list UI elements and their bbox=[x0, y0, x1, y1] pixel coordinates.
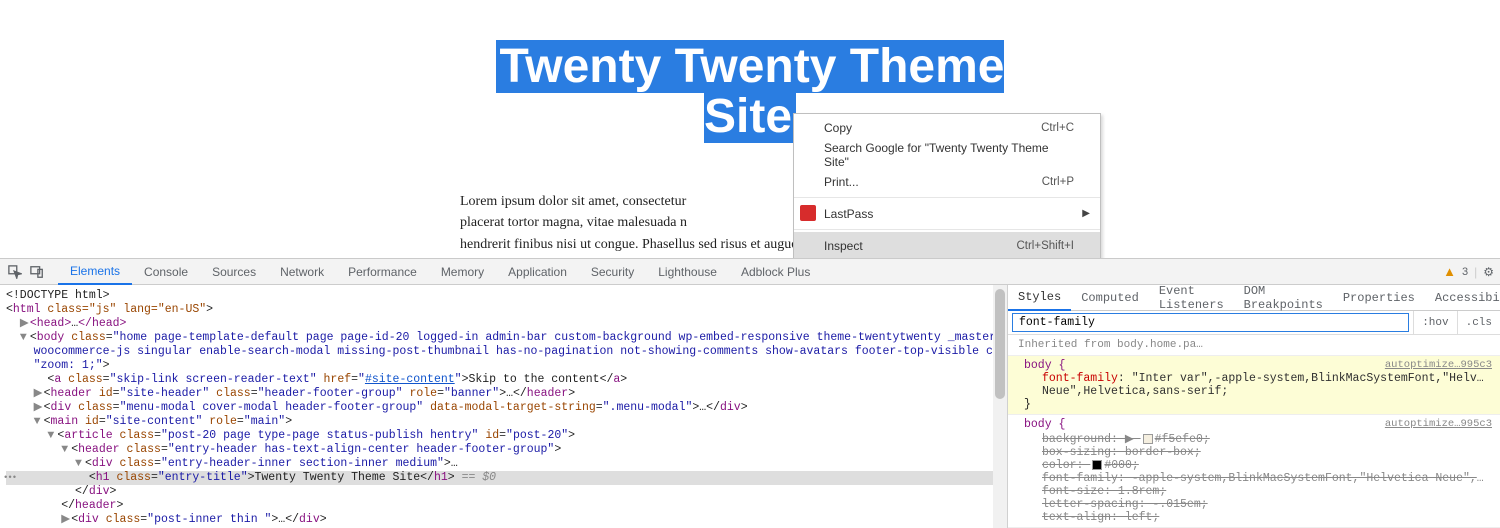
color-swatch-icon[interactable] bbox=[1143, 434, 1153, 444]
styles-tabbar: Styles Computed Event Listeners DOM Brea… bbox=[1008, 285, 1500, 311]
expand-toggle[interactable]: ▼ bbox=[75, 457, 85, 471]
tab-lighthouse[interactable]: Lighthouse bbox=[646, 259, 729, 285]
styles-panel: Styles Computed Event Listeners DOM Brea… bbox=[1008, 285, 1500, 528]
ctx-separator bbox=[794, 229, 1100, 230]
inspect-element-icon[interactable] bbox=[4, 261, 26, 283]
tab-console[interactable]: Console bbox=[132, 259, 200, 285]
lastpass-icon bbox=[800, 205, 816, 221]
css-rule[interactable]: autoptimize…995c3 body { background: ▶ #… bbox=[1008, 415, 1500, 528]
tab-elements[interactable]: Elements bbox=[58, 259, 132, 285]
inherited-from-label: Inherited from body.home.pa… bbox=[1008, 335, 1500, 356]
ctx-copy[interactable]: CopyCtrl+C bbox=[794, 114, 1100, 141]
dom-doctype: <!DOCTYPE html> bbox=[6, 289, 110, 302]
ctx-lastpass[interactable]: LastPass▶ bbox=[794, 200, 1100, 227]
color-swatch-icon[interactable] bbox=[1092, 460, 1102, 470]
warning-icon[interactable]: ▲ bbox=[1443, 264, 1456, 279]
tab-dom-breakpoints[interactable]: DOM Breakpoints bbox=[1234, 285, 1333, 311]
css-rule[interactable]: autoptimize…995c3 body { font-family: "I… bbox=[1008, 356, 1500, 415]
tab-adblock-plus[interactable]: Adblock Plus bbox=[729, 259, 822, 285]
context-menu: CopyCtrl+C Search Google for "Twenty Twe… bbox=[793, 113, 1101, 258]
separator: | bbox=[1474, 265, 1477, 279]
expand-toggle[interactable]: ▶ bbox=[20, 317, 30, 331]
devtools-panel: Elements Console Sources Network Perform… bbox=[0, 258, 1500, 528]
tab-application[interactable]: Application bbox=[496, 259, 579, 285]
tab-sources[interactable]: Sources bbox=[200, 259, 268, 285]
styles-filter-input[interactable] bbox=[1012, 313, 1409, 332]
tab-security[interactable]: Security bbox=[579, 259, 646, 285]
source-link[interactable]: autoptimize…995c3 bbox=[1385, 418, 1492, 430]
tab-memory[interactable]: Memory bbox=[429, 259, 496, 285]
source-link[interactable]: autoptimize…995c3 bbox=[1385, 359, 1492, 371]
tab-network[interactable]: Network bbox=[268, 259, 336, 285]
ctx-inspect[interactable]: InspectCtrl+Shift+I bbox=[794, 232, 1100, 258]
chevron-right-icon: ▶ bbox=[1082, 208, 1090, 219]
expand-toggle[interactable]: ▶ bbox=[61, 513, 71, 527]
expand-toggle[interactable]: ▼ bbox=[34, 415, 44, 429]
dom-selected-node[interactable]: <h1 class="entry-title">Twenty Twenty Th… bbox=[6, 471, 1007, 485]
cls-toggle[interactable]: .cls bbox=[1457, 311, 1500, 335]
page-title-line2: Site bbox=[704, 90, 792, 143]
page-viewport: Twenty Twenty ThemeSite Lorem ipsum dolo… bbox=[0, 0, 1500, 258]
tab-computed[interactable]: Computed bbox=[1071, 285, 1149, 311]
expand-toggle[interactable]: ▼ bbox=[47, 429, 57, 443]
settings-gear-icon[interactable]: ⚙ bbox=[1483, 265, 1494, 279]
expand-toggle[interactable]: ▼ bbox=[61, 443, 71, 457]
expand-toggle[interactable]: ▶ bbox=[34, 387, 44, 401]
page-title[interactable]: Twenty Twenty ThemeSite bbox=[0, 42, 1500, 143]
css-rules-list[interactable]: autoptimize…995c3 body { font-family: "I… bbox=[1008, 356, 1500, 528]
scrollbar[interactable] bbox=[993, 285, 1007, 528]
hov-toggle[interactable]: :hov bbox=[1413, 311, 1456, 335]
tab-styles[interactable]: Styles bbox=[1008, 285, 1071, 311]
tab-properties[interactable]: Properties bbox=[1333, 285, 1425, 311]
device-toolbar-icon[interactable] bbox=[26, 261, 48, 283]
devtools-tabbar: Elements Console Sources Network Perform… bbox=[0, 259, 1500, 285]
expand-toggle[interactable]: ▼ bbox=[20, 331, 30, 345]
ctx-search-google[interactable]: Search Google for "Twenty Twenty Theme S… bbox=[794, 141, 1100, 168]
page-title-line1: Twenty Twenty Theme bbox=[500, 40, 1005, 93]
warning-count: 3 bbox=[1462, 266, 1468, 278]
ctx-separator bbox=[794, 197, 1100, 198]
ctx-print[interactable]: Print...Ctrl+P bbox=[794, 168, 1100, 195]
tab-accessibility[interactable]: Accessibility bbox=[1425, 285, 1500, 311]
expand-toggle[interactable]: ▶ bbox=[34, 401, 44, 415]
tab-event-listeners[interactable]: Event Listeners bbox=[1149, 285, 1234, 311]
elements-dom-tree[interactable]: <!DOCTYPE html> <html class="js" lang="e… bbox=[0, 285, 1008, 528]
tab-performance[interactable]: Performance bbox=[336, 259, 429, 285]
